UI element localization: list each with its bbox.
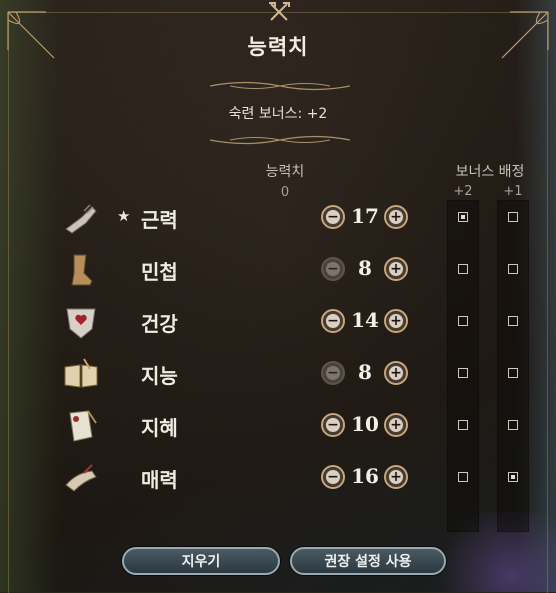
bonus-plus2-checkbox[interactable] [458,264,468,274]
bonus-plus1-checkbox[interactable] [508,264,518,274]
decrease-button[interactable]: − [321,309,345,333]
ability-row: 지혜 −10 + [0,401,556,451]
proficiency-bonus: 숙련 보너스: +2 [228,106,328,122]
plus-icon: + [390,209,402,225]
bonus-plus1-checkbox[interactable] [508,368,518,378]
ability-value: 17 [351,204,379,228]
plus-icon: + [390,261,402,277]
open-book-icon [62,355,100,393]
use-recommended-button[interactable]: 권장 설정 사용 [290,547,446,575]
bonus-plus2-checkbox[interactable] [458,368,468,378]
minus-icon: − [327,313,339,329]
decrease-button[interactable]: − [321,413,345,437]
page-title: 능력치 [247,35,309,59]
plus-icon: + [390,417,402,433]
increase-button[interactable]: + [384,205,408,229]
minus-icon: − [327,417,339,433]
bonus-plus2-checkbox[interactable] [458,212,468,222]
bonus-plus2-checkbox[interactable] [458,316,468,326]
decrease-button[interactable]: − [321,257,345,281]
ability-name: 지혜 [141,416,178,440]
ornament-divider-top [209,78,351,92]
bonus-plus1-checkbox[interactable] [508,420,518,430]
decrease-button[interactable]: − [321,465,345,489]
bonus-plus1-checkbox[interactable] [508,316,518,326]
increase-button[interactable]: + [384,309,408,333]
minus-icon: − [327,209,339,225]
bonus-plus2-checkbox[interactable] [458,420,468,430]
ability-name: 건강 [141,312,178,336]
bonus-plus1-checkbox[interactable] [508,212,518,222]
primary-ability-star-icon: ★ [117,207,131,225]
increase-button[interactable]: + [384,465,408,489]
ability-value: 10 [351,412,379,436]
clear-button[interactable]: 지우기 [122,547,280,575]
plus-icon: + [390,365,402,381]
ability-value: 8 [358,360,372,384]
ability-name: 근력 [141,208,178,232]
ability-value: 14 [351,308,379,332]
minus-icon: − [327,365,339,381]
decrease-button[interactable]: − [321,205,345,229]
increase-button[interactable]: + [384,413,408,437]
ability-row: ★ 근력 −17 + [0,193,556,243]
bonus-allocation-header: 보너스 배정 [455,164,525,180]
plus-icon: + [390,313,402,329]
minus-icon: − [327,261,339,277]
ability-row: 건강 −14 + [0,297,556,347]
ability-name: 민첩 [141,260,178,284]
gauntlet-icon [62,199,100,237]
increase-button[interactable]: + [384,257,408,281]
increase-button[interactable]: + [384,361,408,385]
hand-mask-icon [62,459,100,497]
ability-value: 8 [358,256,372,280]
minus-icon: − [327,469,339,485]
ornament-divider-bottom [209,132,351,146]
bonus-plus2-checkbox[interactable] [458,472,468,482]
ability-row: 매력 −16 + [0,453,556,503]
crossed-hammers-icon [268,0,290,22]
ability-row: 민첩 − 8 + [0,245,556,295]
shield-heart-icon [62,303,100,341]
boot-icon [62,251,100,289]
scroll-icon [62,407,100,445]
bonus-plus1-checkbox[interactable] [508,472,518,482]
ability-points-header: 능력치 [265,164,305,180]
ability-name: 매력 [141,468,178,492]
ability-value: 16 [351,464,379,488]
decrease-button[interactable]: − [321,361,345,385]
ability-name: 지능 [141,364,178,388]
ability-row: 지능 − 8 + [0,349,556,399]
plus-icon: + [390,469,402,485]
